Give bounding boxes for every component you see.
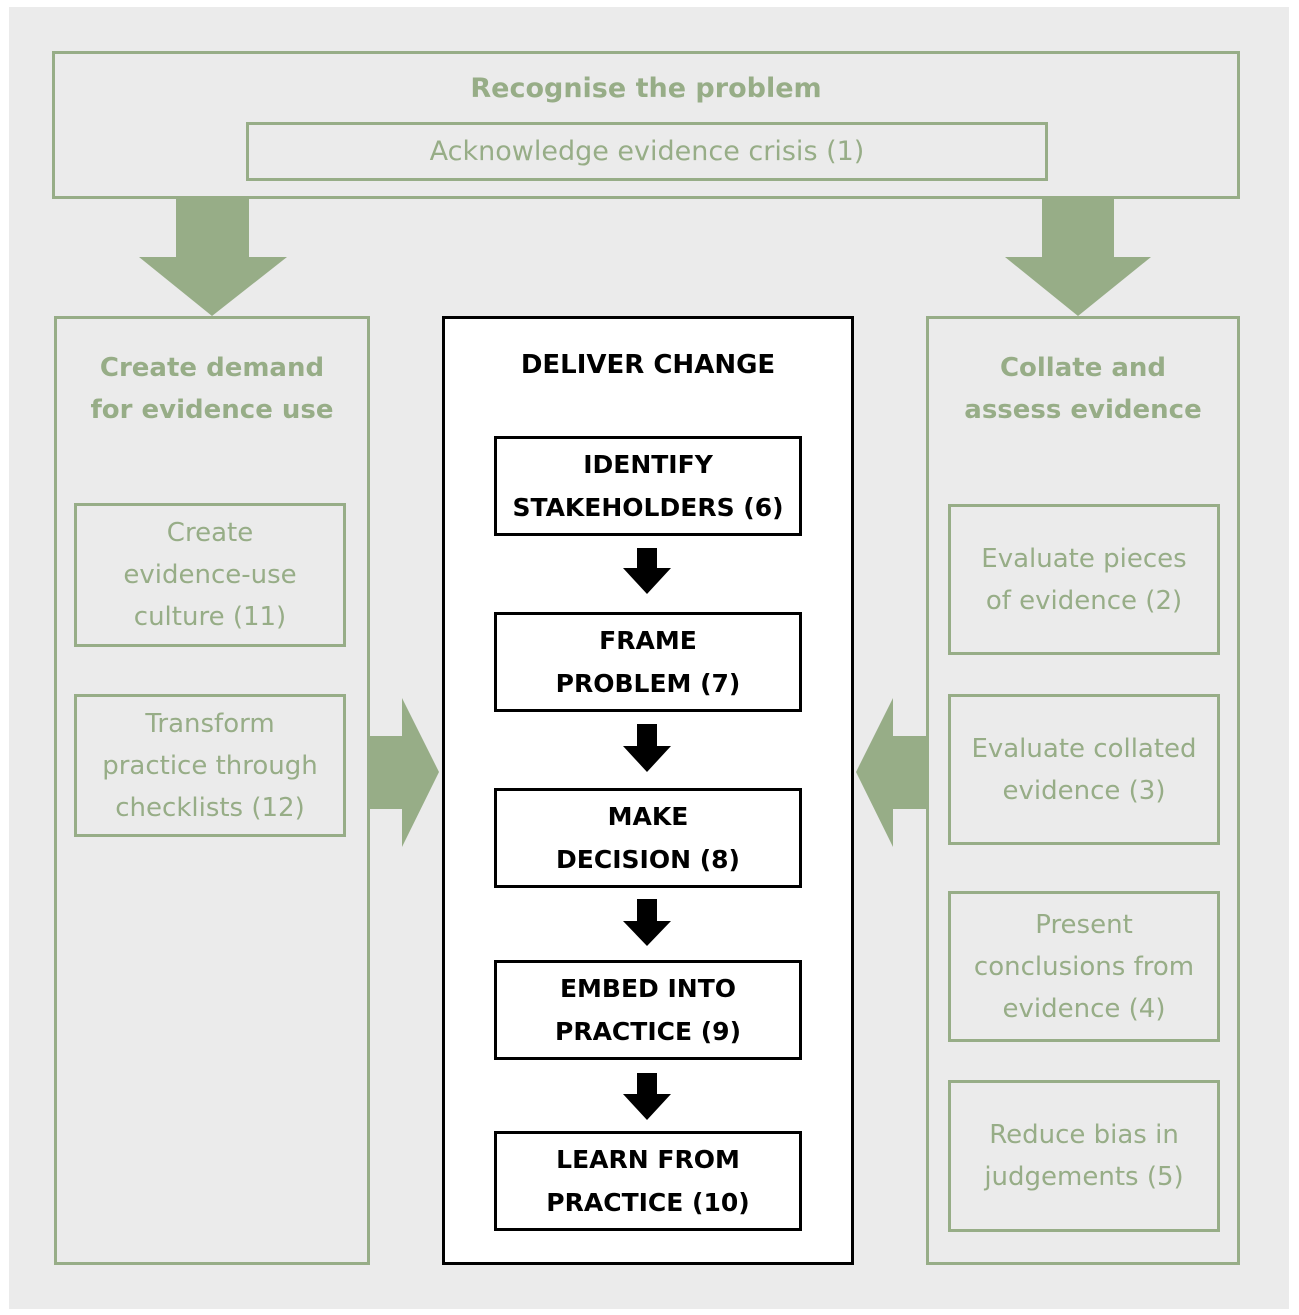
step-down-arrow-icon bbox=[623, 899, 671, 946]
right-item-label: Evaluate pieces of evidence (2) bbox=[948, 504, 1220, 655]
collate-evidence-title-line1: Collate and bbox=[999, 353, 1167, 383]
right-item-label: Evaluate collated evidence (3) bbox=[948, 694, 1220, 845]
right-item-line: evidence (3) bbox=[1002, 775, 1166, 806]
step-down-arrow-icon bbox=[623, 548, 671, 594]
right-item-line: judgements (5) bbox=[984, 1162, 1184, 1192]
step-down-arrow-icon bbox=[623, 724, 671, 772]
right-item-line: Present bbox=[1035, 909, 1133, 940]
right-item-label: Reduce bias in judgements (5) bbox=[948, 1080, 1220, 1232]
right-item-line: evidence (4) bbox=[1002, 993, 1166, 1024]
step-down-arrow-icon bbox=[623, 1073, 671, 1120]
right-item-label: Present conclusions from evidence (4) bbox=[948, 891, 1220, 1042]
right-item-line: of evidence (2) bbox=[985, 585, 1183, 616]
right-item-line: conclusions from bbox=[973, 951, 1195, 982]
right-item-line: Evaluate collated bbox=[971, 733, 1197, 764]
collate-evidence-title-line2: assess evidence bbox=[964, 395, 1202, 425]
right-item-line: Evaluate pieces bbox=[981, 543, 1187, 574]
collate-evidence-title: Collate and assess evidence bbox=[926, 346, 1240, 432]
right-item-line: Reduce bias in bbox=[989, 1120, 1179, 1150]
